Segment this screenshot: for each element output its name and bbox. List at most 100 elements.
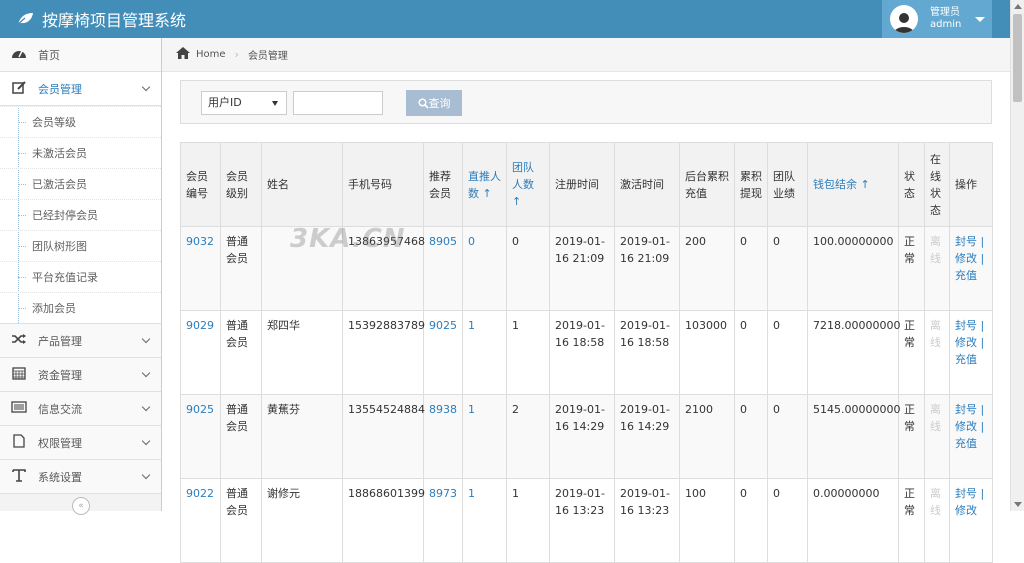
team-count: 1 (506, 478, 550, 563)
register-time: 2019-01-16 13:23 (549, 478, 615, 563)
shuffle-icon (10, 333, 28, 348)
team-performance: 0 (767, 478, 808, 563)
user-icon (894, 13, 914, 33)
recharge-total: 103000 (679, 310, 735, 395)
user-menu[interactable]: 管理员 admin (882, 0, 992, 38)
scroll-up-icon[interactable] (1014, 4, 1022, 9)
scroll-thumb[interactable] (1013, 14, 1022, 102)
search-field-select[interactable]: 用户ID (201, 91, 287, 115)
recharge-total: 2100 (679, 394, 735, 479)
referrer-link[interactable]: 8938 (423, 394, 463, 479)
sidebar-item-label: 信息交流 (38, 402, 82, 416)
page-scrollbar[interactable] (1010, 0, 1024, 511)
sort-direct-count-header[interactable]: 直推人数 ↑ (462, 142, 507, 227)
sidebar-item-settings[interactable]: 系统设置 (0, 460, 161, 494)
column-header: 后台累积充值 (679, 142, 735, 227)
online-status: 离线 (924, 478, 950, 563)
chevron-down-icon (141, 334, 151, 344)
row-actions[interactable]: 封号 | 修改 | 充值 (949, 310, 993, 395)
sidebar-item-messages[interactable]: 信息交流 (0, 392, 161, 426)
team-count: 1 (506, 310, 550, 395)
withdraw-total: 0 (734, 394, 768, 479)
user-name: admin (930, 19, 962, 30)
sidebar-item-products[interactable]: 产品管理 (0, 324, 161, 358)
sidebar-item-permissions[interactable]: 权限管理 (0, 426, 161, 460)
column-header: 在线状态 (924, 142, 950, 227)
direct-count-link[interactable]: 1 (462, 394, 507, 479)
collapse-sidebar-button[interactable]: « (72, 497, 90, 515)
withdraw-total: 0 (734, 310, 768, 395)
direct-count-link[interactable]: 1 (462, 310, 507, 395)
row-actions[interactable]: 封号 | 修改 | 充值 (949, 226, 993, 311)
referrer-link[interactable]: 9025 (423, 310, 463, 395)
submenu-item-suspended[interactable]: 已经封停会员 (0, 199, 161, 230)
search-button-label: 查询 (428, 97, 451, 110)
home-icon (176, 47, 190, 62)
submenu-item-team-tree[interactable]: 团队树形图 (0, 230, 161, 261)
avatar (890, 5, 918, 33)
status-text: 正常 (898, 478, 925, 563)
status-text: 正常 (898, 310, 925, 395)
watermark: 3KA.CN (290, 224, 406, 254)
wallet-balance: 0.00000000 (807, 478, 899, 563)
column-header: 注册时间 (549, 142, 615, 227)
member-id-link[interactable]: 9029 (180, 310, 221, 395)
team-performance: 0 (767, 394, 808, 479)
table-row: 9029 普通会员 郑四华 15392883789 9025 1 1 2019-01-16 1… (180, 310, 993, 395)
register-time: 2019-01-16 14:29 (549, 394, 615, 479)
submenu-item-active[interactable]: 已激活会员 (0, 168, 161, 199)
column-header: 激活时间 (614, 142, 680, 227)
member-id-link[interactable]: 9025 (180, 394, 221, 479)
status-text: 正常 (898, 226, 925, 311)
member-id-link[interactable]: 9032 (180, 226, 221, 311)
sort-wallet-header[interactable]: 钱包结余 ↑ (807, 142, 899, 227)
team-performance: 0 (767, 226, 808, 311)
breadcrumb-home-link[interactable]: Home (196, 49, 226, 60)
chevron-down-icon (141, 436, 151, 446)
withdraw-total: 0 (734, 226, 768, 311)
text-icon (10, 468, 28, 485)
sidebar-item-home[interactable]: 首页 (0, 38, 161, 72)
member-id-link[interactable]: 9022 (180, 478, 221, 563)
sort-team-count-header[interactable]: 团队人数 ↑ (506, 142, 550, 227)
sidebar-item-members[interactable]: 会员管理 (0, 72, 161, 106)
submenu-item-levels[interactable]: 会员等级 (0, 106, 161, 137)
sidebar-item-label: 会员管理 (38, 82, 82, 96)
table-row: 9022 普通会员 谢修元 18868601399 8973 1 1 2019-01-16 1… (180, 478, 993, 563)
caret-down-icon (975, 16, 986, 22)
submenu-item-add-member[interactable]: 添加会员 (0, 292, 161, 323)
sidebar-item-funds[interactable]: 资金管理 (0, 358, 161, 392)
column-header: 姓名 (261, 142, 343, 227)
register-time: 2019-01-16 21:09 (549, 226, 615, 311)
column-header: 会员编号 (180, 142, 221, 227)
wallet-balance: 7218.00000000 (807, 310, 900, 395)
referrer-link[interactable]: 8973 (423, 478, 463, 563)
breadcrumb: Home › 会员管理 (162, 38, 1010, 72)
member-level: 普通会员 (220, 478, 262, 563)
table-body: 9032 普通会员 13863957468 8905 0 0 2019-01-16 21:0… (180, 226, 993, 563)
wallet-balance: 5145.00000000 (807, 394, 900, 479)
row-actions[interactable]: 封号 | 修改 (949, 478, 993, 563)
column-header: 手机号码 (342, 142, 424, 227)
search-icon (417, 97, 429, 109)
search-input[interactable] (293, 91, 383, 115)
scroll-down-icon[interactable] (1014, 502, 1022, 507)
calendar-icon (10, 366, 28, 383)
brand[interactable]: 按摩椅项目管理系统 (16, 7, 186, 31)
search-button[interactable]: 查询 (406, 90, 462, 116)
recharge-total: 200 (679, 226, 735, 311)
referrer-link[interactable]: 8905 (423, 226, 463, 311)
row-actions[interactable]: 封号 | 修改 | 充值 (949, 394, 993, 479)
submenu-item-recharge-log[interactable]: 平台充值记录 (0, 261, 161, 292)
sidebar-item-label: 首页 (38, 48, 60, 62)
sidebar-item-label: 资金管理 (38, 368, 82, 382)
direct-count-link[interactable]: 0 (462, 226, 507, 311)
dashboard-icon (10, 47, 28, 62)
status-text: 正常 (898, 394, 925, 479)
members-table: 会员编号 会员级别 姓名 手机号码 推荐会员 直推人数 ↑ 团队人数 ↑ 注册时… (180, 142, 993, 563)
team-count: 2 (506, 394, 550, 479)
direct-count-link[interactable]: 1 (462, 478, 507, 563)
column-header: 团队业绩 (767, 142, 808, 227)
column-header: 操作 (949, 142, 993, 227)
submenu-item-inactive[interactable]: 未激活会员 (0, 137, 161, 168)
